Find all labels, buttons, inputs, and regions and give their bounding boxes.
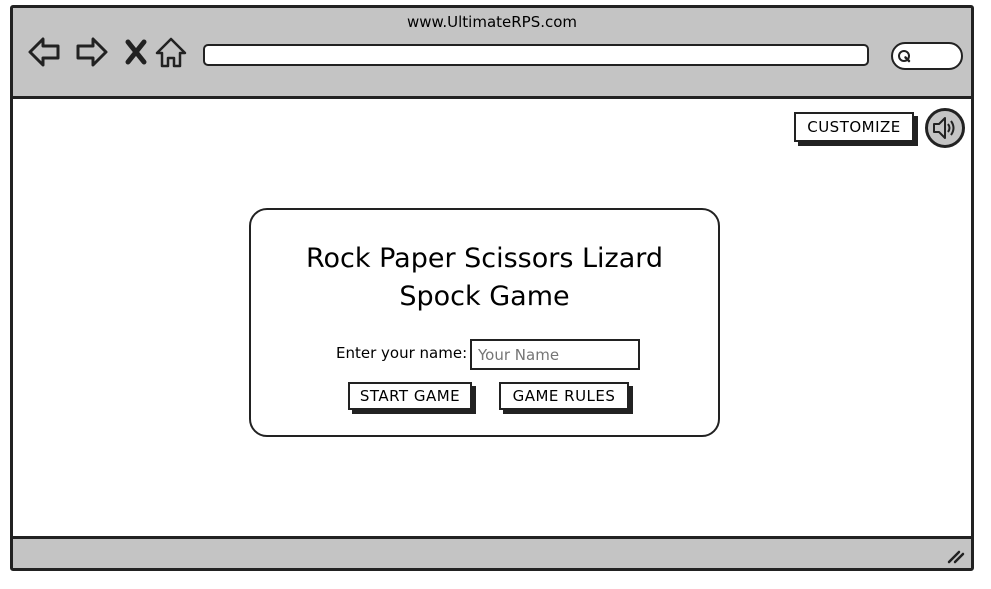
back-arrow-icon[interactable] bbox=[27, 34, 63, 70]
game-title: Rock Paper Scissors Lizard Spock Game bbox=[305, 243, 664, 312]
search-box[interactable] bbox=[891, 42, 963, 70]
resize-grip-icon[interactable] bbox=[945, 548, 965, 564]
browser-titlebar: www.UltimateRPS.com bbox=[13, 8, 971, 99]
start-game-label: START GAME bbox=[359, 387, 461, 405]
customize-button-label: CUSTOMIZE bbox=[807, 118, 901, 136]
search-icon bbox=[898, 50, 911, 63]
name-label: Enter your name: bbox=[336, 344, 468, 362]
customize-button[interactable]: CUSTOMIZE bbox=[794, 112, 914, 142]
game-start-card: Rock Paper Scissors Lizard Spock Game En… bbox=[249, 208, 720, 437]
close-x-icon[interactable] bbox=[119, 34, 155, 70]
speaker-icon bbox=[933, 117, 955, 139]
forward-arrow-icon[interactable] bbox=[73, 34, 109, 70]
sound-toggle-button[interactable] bbox=[925, 108, 965, 148]
address-bar[interactable] bbox=[203, 44, 869, 66]
page-url-title: www.UltimateRPS.com bbox=[406, 13, 578, 31]
home-icon[interactable] bbox=[153, 34, 189, 70]
player-name-input[interactable] bbox=[470, 339, 640, 370]
game-rules-button[interactable]: GAME RULES bbox=[499, 382, 629, 410]
start-game-button[interactable]: START GAME bbox=[348, 382, 472, 410]
browser-window: www.UltimateRPS.com CUSTOMIZE Rock Paper… bbox=[10, 5, 974, 571]
browser-statusbar bbox=[13, 536, 971, 568]
game-rules-label: GAME RULES bbox=[512, 387, 616, 405]
